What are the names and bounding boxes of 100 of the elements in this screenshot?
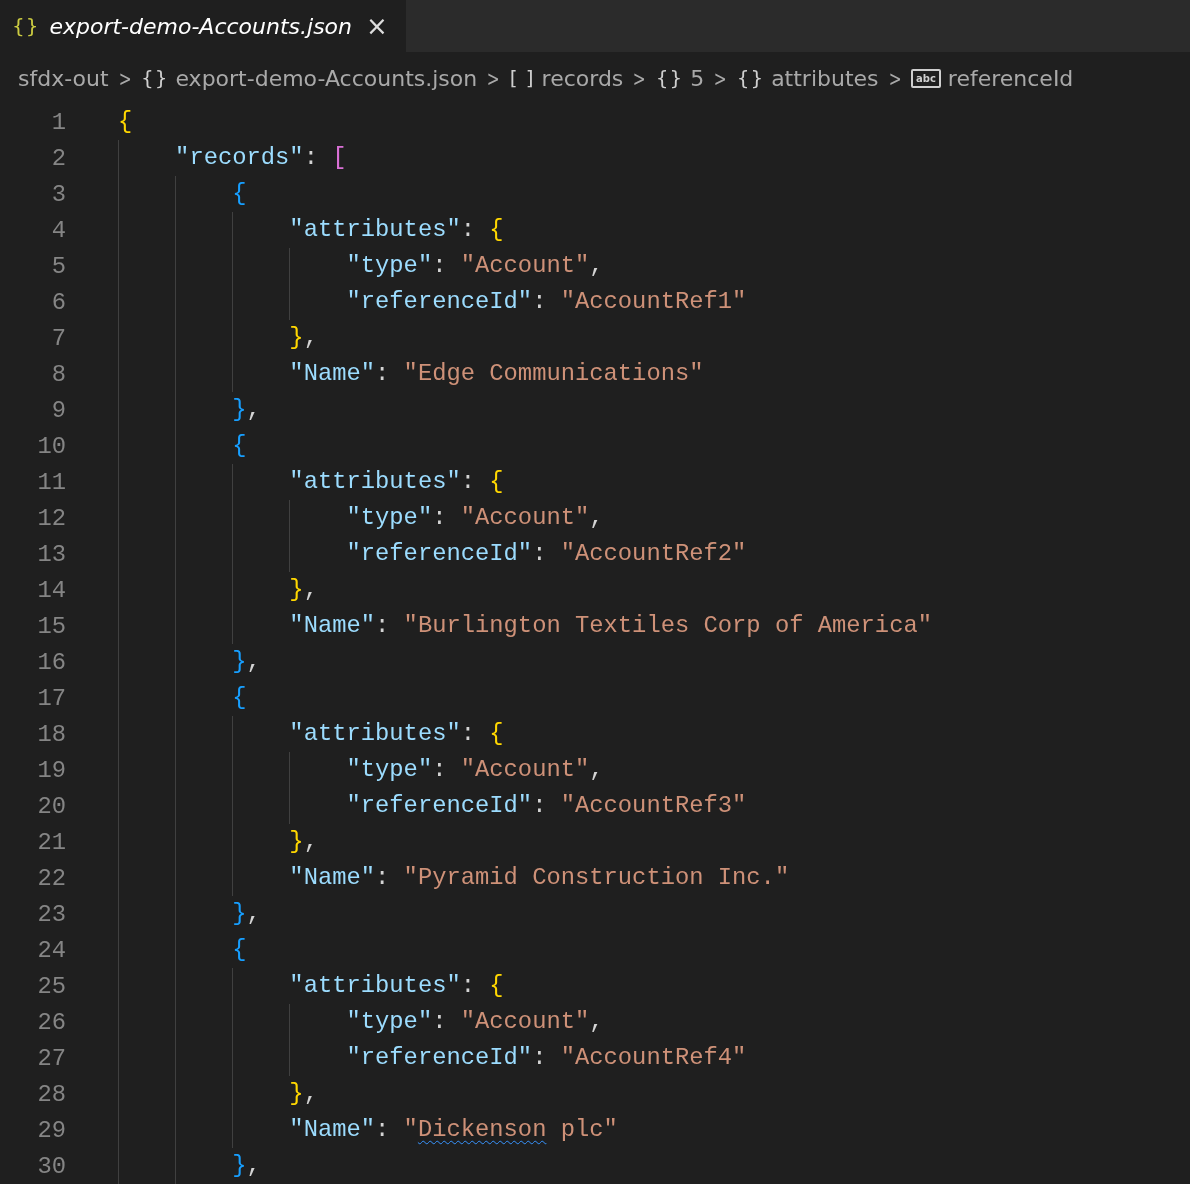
line-number: 16 (36, 648, 66, 676)
punctuation: : (432, 756, 448, 783)
punctuation: : (532, 540, 548, 567)
punctuation: : (532, 792, 548, 819)
punctuation: : (460, 720, 476, 747)
line-number: 22 (36, 864, 66, 892)
line-number: 15 (36, 612, 66, 640)
bracket: [ (332, 144, 347, 171)
json-key: "type" (346, 504, 433, 531)
breadcrumb-item[interactable]: sfdx-out (18, 65, 109, 91)
breadcrumb-item[interactable]: referenceId (947, 65, 1074, 91)
punctuation: : (375, 360, 391, 387)
line-number: 9 (50, 396, 66, 424)
punctuation: : (432, 504, 448, 531)
string-value: " (403, 1116, 418, 1143)
misspelled-word: Dickenson (417, 1116, 547, 1143)
chevron-icon: > (118, 65, 132, 91)
bracket-icon: [ ] (509, 66, 535, 90)
punctuation: , (303, 828, 318, 855)
json-key: "referenceId" (346, 792, 533, 819)
line-number: 14 (36, 576, 66, 604)
line-number: 18 (36, 720, 66, 748)
json-key: "Name" (289, 864, 376, 891)
bracket: { (232, 684, 247, 711)
line-number: 8 (50, 360, 66, 388)
bracket: } (232, 1152, 247, 1179)
bracket-icon: {} (736, 66, 765, 90)
punctuation: , (303, 1080, 318, 1107)
bracket: } (232, 648, 247, 675)
bracket: } (232, 900, 247, 927)
line-number: 4 (50, 216, 66, 244)
punctuation: : (375, 864, 391, 891)
line-number: 2 (50, 144, 66, 172)
bracket: } (289, 1080, 304, 1107)
punctuation: : (303, 144, 319, 171)
bracket: { (232, 432, 247, 459)
json-key: "attributes" (289, 720, 461, 747)
bracket: { (489, 720, 504, 747)
punctuation: : (375, 1116, 391, 1143)
punctuation: : (375, 612, 391, 639)
string-value: "AccountRef1" (560, 288, 747, 315)
punctuation: : (532, 1044, 548, 1071)
line-number: 12 (36, 504, 66, 532)
line-number: 3 (50, 180, 66, 208)
breadcrumb-item[interactable]: export-demo-Accounts.json (175, 65, 478, 91)
bracket: { (118, 108, 133, 135)
punctuation: , (589, 756, 604, 783)
line-number: 19 (36, 756, 66, 784)
breadcrumb-item[interactable]: records (541, 65, 624, 91)
punctuation: , (589, 252, 604, 279)
bracket-icon: {} (141, 66, 169, 90)
bracket: } (232, 396, 247, 423)
chevron-icon: > (633, 65, 646, 91)
punctuation: , (246, 1152, 261, 1179)
bracket: } (289, 324, 304, 351)
line-number: 24 (36, 936, 66, 964)
json-key: "type" (346, 1008, 433, 1035)
string-value: plc" (559, 1116, 618, 1143)
breadcrumb-item[interactable]: attributes (771, 65, 879, 91)
line-number: 20 (36, 792, 66, 820)
breadcrumb-item[interactable]: 5 (690, 65, 705, 91)
json-key: "Name" (289, 1116, 376, 1143)
json-key: "referenceId" (346, 1044, 533, 1071)
punctuation: : (432, 1008, 448, 1035)
punctuation: : (432, 252, 448, 279)
line-number: 7 (50, 324, 66, 352)
line-number: 27 (36, 1044, 66, 1072)
tab-label: export-demo-Accounts.json (49, 13, 353, 39)
line-number: 28 (36, 1080, 66, 1108)
string-value: "Edge Communications" (403, 360, 704, 387)
line-number: 5 (50, 252, 66, 280)
line-number: 11 (36, 468, 66, 496)
line-number: 1 (50, 108, 66, 136)
json-key: "records" (175, 144, 304, 171)
punctuation: : (460, 468, 476, 495)
close-icon[interactable]: × (366, 11, 388, 41)
string-value: "Account" (460, 1008, 590, 1035)
json-key: "referenceId" (346, 540, 533, 567)
string-icon: abc (911, 68, 941, 88)
chevron-icon: > (714, 65, 727, 91)
punctuation: , (246, 900, 261, 927)
punctuation: : (460, 972, 476, 999)
line-number: 26 (36, 1008, 66, 1036)
punctuation: , (303, 576, 318, 603)
chevron-icon: > (486, 65, 500, 91)
line-number: 13 (36, 540, 66, 568)
json-key: "attributes" (289, 216, 461, 243)
punctuation: , (589, 1008, 604, 1035)
string-value: "Account" (460, 504, 590, 531)
bracket: { (489, 216, 504, 243)
line-number: 25 (36, 972, 66, 1000)
bracket: } (289, 576, 304, 603)
punctuation: : (532, 288, 548, 315)
punctuation: , (303, 324, 318, 351)
line-number: 10 (36, 432, 66, 460)
string-value: "Pyramid Construction Inc." (403, 864, 790, 891)
punctuation: , (246, 648, 261, 675)
bracket-icon: {} (655, 66, 684, 90)
string-value: "AccountRef4" (560, 1044, 747, 1071)
editor-tab[interactable]: {} export-demo-Accounts.json × (0, 0, 406, 52)
